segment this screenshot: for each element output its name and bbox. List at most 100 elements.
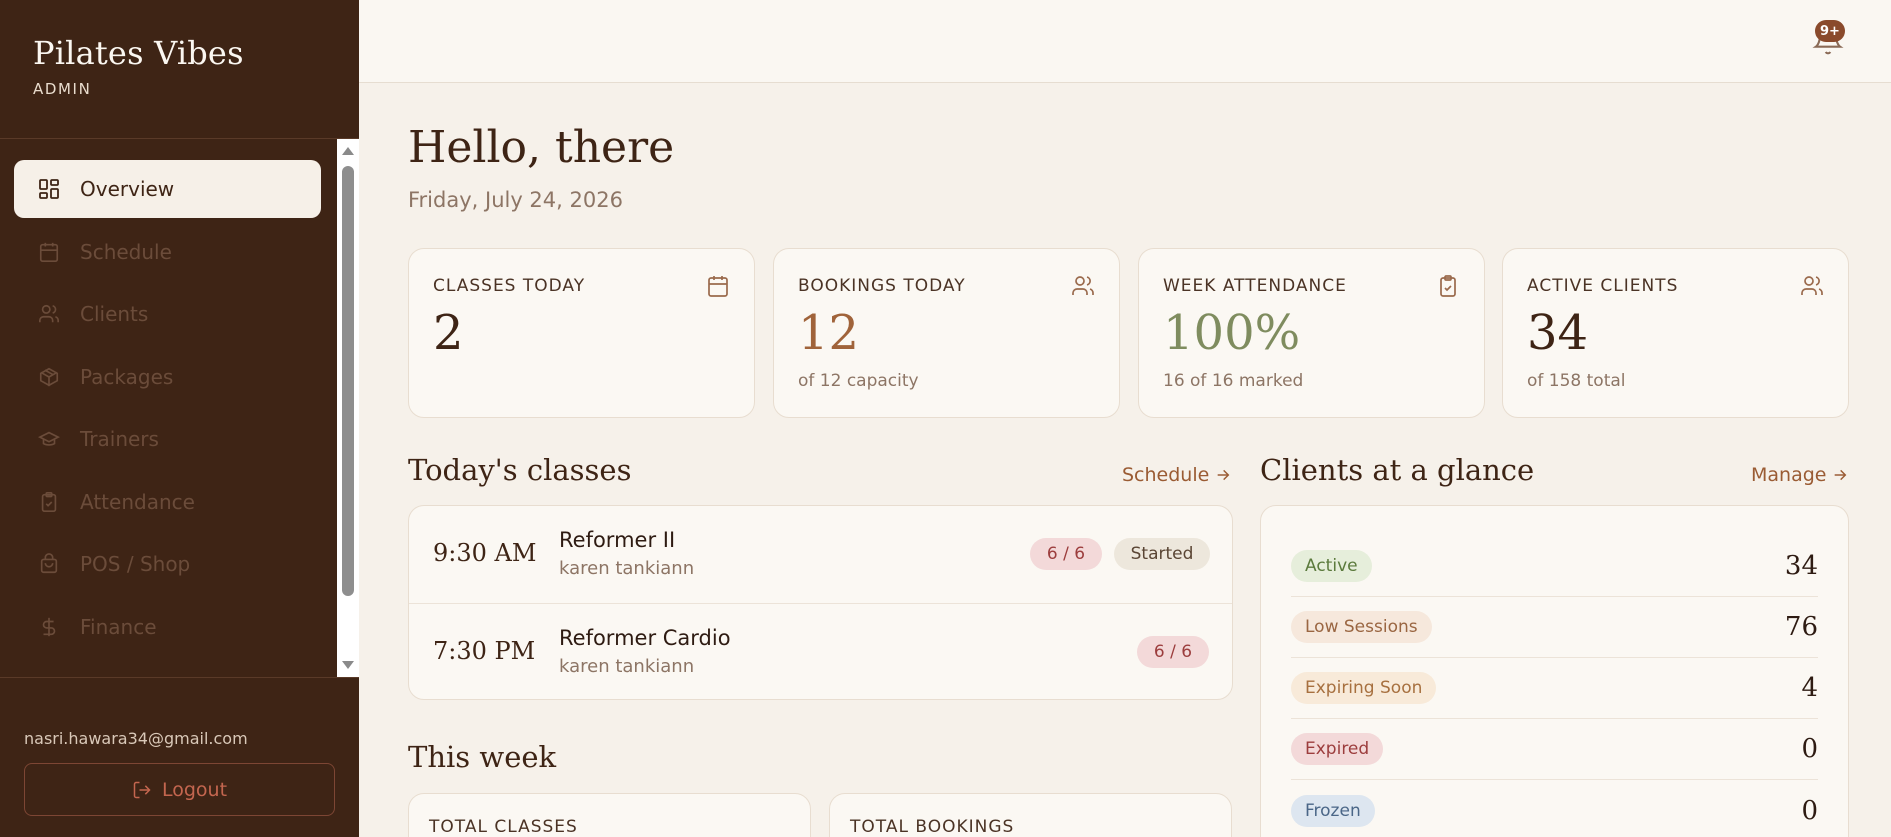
arrow-right-icon [1215,467,1231,483]
logout-button[interactable]: Logout [24,763,335,816]
status-badge: Low Sessions [1291,611,1432,643]
todays-classes-list: 9:30 AM Reformer II karen tankiann 6 / 6… [408,505,1233,700]
stat-subtext: of 158 total [1527,371,1626,391]
stat-value: 12 [798,305,860,361]
page-title: Hello, there [408,122,675,173]
sidebar-item-attendance[interactable]: Attendance [14,473,321,531]
stat-label: TOTAL CLASSES [429,817,578,837]
sidebar: Pilates Vibes ADMIN Overview Schedule Cl… [0,0,359,837]
stat-label: CLASSES TODAY [433,276,586,296]
stat-value: 34 [1527,305,1589,361]
sidebar-nav: Overview Schedule Clients Packages Train… [14,160,321,660]
manage-link-label: Manage [1751,464,1827,486]
stat-card-total-classes: TOTAL CLASSES [408,793,811,837]
stat-label: WEEK ATTENDANCE [1163,276,1347,296]
stat-value: 2 [433,305,464,361]
notification-badge: 9+ [1815,20,1845,42]
sidebar-scrollbar[interactable] [337,139,359,677]
status-badge: Started [1114,538,1210,570]
stat-card-week-attendance: WEEK ATTENDANCE 100% 16 of 16 marked [1138,248,1485,418]
stat-value: 100% [1163,305,1301,361]
arrow-right-icon [1832,467,1848,483]
glance-row-low-sessions[interactable]: Low Sessions 76 [1291,597,1818,658]
scrollbar-thumb[interactable] [342,166,354,596]
glance-count: 0 [1801,795,1818,826]
dollar-icon [36,614,62,640]
stat-card-total-bookings: TOTAL BOOKINGS [829,793,1232,837]
schedule-link-label: Schedule [1122,464,1210,486]
logout-icon [132,780,152,800]
todays-classes-title: Today's classes [408,453,632,487]
sidebar-item-pos-shop[interactable]: POS / Shop [14,535,321,593]
schedule-link[interactable]: Schedule [1122,464,1231,486]
grid-icon [36,176,62,202]
status-badge: Active [1291,550,1372,582]
status-badge: Expired [1291,733,1384,765]
stat-label: ACTIVE CLIENTS [1527,276,1679,296]
status-badge: Frozen [1291,794,1375,827]
glance-count: 0 [1801,734,1818,764]
users-icon [36,301,62,327]
stat-card-classes-today: CLASSES TODAY 2 [408,248,755,418]
sidebar-item-label: Clients [80,302,149,326]
sidebar-item-label: Attendance [80,489,195,514]
logout-label: Logout [161,778,228,801]
sidebar-item-clients[interactable]: Clients [14,285,321,343]
scroll-down-arrow-icon[interactable] [342,661,354,669]
sidebar-item-label: Finance [80,614,157,639]
sidebar-item-label: Schedule [80,239,172,264]
manage-link[interactable]: Manage [1751,464,1848,486]
calendar-icon [36,239,62,265]
glance-row-frozen[interactable]: Frozen 0 [1291,780,1818,837]
brand-role: ADMIN [33,80,92,98]
sidebar-item-label: POS / Shop [80,552,191,576]
scroll-up-arrow-icon[interactable] [342,147,354,155]
stat-subtext: of 12 capacity [798,371,919,391]
sidebar-item-label: Trainers [80,427,159,451]
this-week-title: This week [408,740,557,774]
sidebar-item-label: Overview [80,177,175,201]
bell-icon [1812,25,1844,60]
class-trainer: karen tankiann [559,656,695,677]
sidebar-item-trainers[interactable]: Trainers [14,410,321,468]
graduation-cap-icon [36,426,62,452]
clipboard-check-icon [1436,274,1460,302]
calendar-icon [706,274,730,302]
sidebar-item-overview[interactable]: Overview [14,160,321,218]
stat-subtext: 16 of 16 marked [1163,371,1304,391]
clipboard-check-icon [36,489,62,515]
glance-count: 34 [1784,551,1818,581]
capacity-badge: 6 / 6 [1137,636,1209,668]
clients-glance-title: Clients at a glance [1260,453,1535,487]
sidebar-item-label: Packages [80,364,174,389]
nav-scroll-area: Overview Schedule Clients Packages Train… [0,139,359,677]
class-trainer: karen tankiann [559,558,695,579]
user-email: nasri.hawara34@gmail.com [24,729,248,748]
class-time: 7:30 PM [433,637,536,665]
users-icon [1071,274,1095,302]
class-time: 9:30 AM [433,539,537,567]
glance-row-expiring-soon[interactable]: Expiring Soon 4 [1291,658,1818,719]
list-item[interactable]: 9:30 AM Reformer II karen tankiann 6 / 6… [409,506,1232,603]
list-item[interactable]: 7:30 PM Reformer Cardio karen tankiann 6… [409,603,1232,699]
stat-label: TOTAL BOOKINGS [850,817,1015,837]
brand-name: Pilates Vibes [33,34,244,72]
sidebar-item-packages[interactable]: Packages [14,348,321,406]
stat-label: BOOKINGS TODAY [798,276,966,296]
glance-row-expired[interactable]: Expired 0 [1291,719,1818,780]
sidebar-item-finance[interactable]: Finance [14,598,321,656]
shopping-bag-icon [36,551,62,577]
glance-count: 4 [1801,673,1818,703]
top-bar [359,0,1891,83]
sidebar-divider [0,677,359,678]
stat-card-bookings-today: BOOKINGS TODAY 12 of 12 capacity [773,248,1120,418]
stat-card-active-clients: ACTIVE CLIENTS 34 of 158 total [1502,248,1849,418]
package-icon [36,364,62,390]
glance-row-active[interactable]: Active 34 [1291,536,1818,597]
glance-count: 76 [1784,612,1818,642]
brand: Pilates Vibes ADMIN [33,34,244,98]
class-name: Reformer II [559,528,676,552]
sidebar-item-schedule[interactable]: Schedule [14,223,321,281]
capacity-badge: 6 / 6 [1030,538,1102,570]
status-badge: Expiring Soon [1291,672,1437,704]
